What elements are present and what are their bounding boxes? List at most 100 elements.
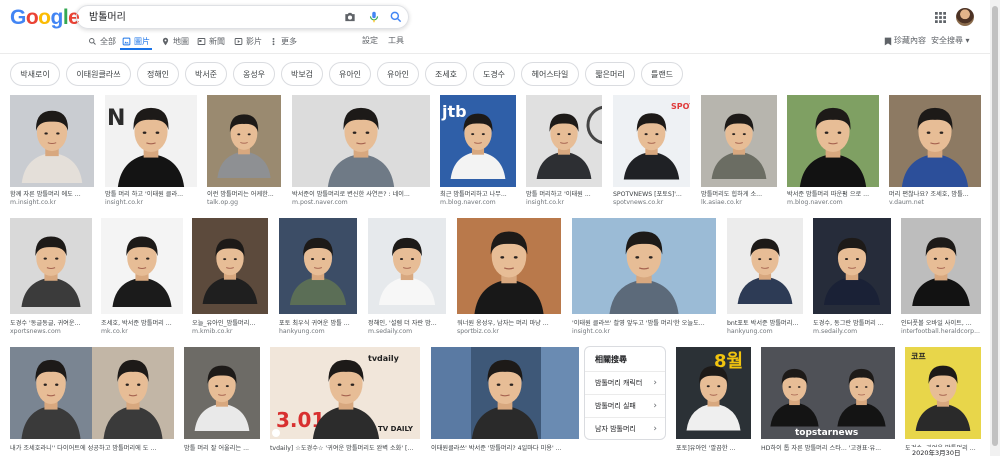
result-source[interactable]: m.kmib.co.kr xyxy=(192,328,268,335)
image-result[interactable]: 포토 최우식 귀여운 밤톨 ... hankyung.com xyxy=(279,218,357,336)
result-source[interactable]: talk.op.gg xyxy=(207,199,281,206)
chip[interactable]: 옹성우 xyxy=(233,62,275,86)
result-caption[interactable]: bnt포토 박서준 밤톨머리... xyxy=(727,318,803,327)
result-source[interactable]: xportsnews.com xyxy=(10,328,92,335)
image-result[interactable]: '이태원 클라쓰' 촬영 앞두고 '밤톨 머리'한 오늘도... insight… xyxy=(572,218,716,336)
result-source[interactable]: m.sedaily.com xyxy=(368,328,446,335)
result-thumbnail[interactable]: 코프 xyxy=(905,347,981,439)
tab-videos[interactable]: 影片 xyxy=(234,35,262,47)
settings-link[interactable]: 設定 xyxy=(362,35,378,46)
result-thumbnail[interactable] xyxy=(10,95,94,187)
result-caption[interactable]: 포토 최우식 귀여운 밤톨 ... xyxy=(279,318,357,327)
chip[interactable]: 유아인 xyxy=(377,62,419,86)
result-caption[interactable]: 워너원 옹성우, 남자는 머리 마냥 ... xyxy=(457,318,561,327)
image-result[interactable]: 밤톨 머리하고 '이태원 ... insight.co.kr xyxy=(526,95,602,210)
search-icon[interactable] xyxy=(389,10,403,24)
result-source[interactable]: m.blog.naver.com xyxy=(787,199,879,206)
result-caption[interactable]: 정해인, '설렘 더 자란 밤... xyxy=(368,318,446,327)
result-caption[interactable]: 밤톨 머리하고 '이태원 ... xyxy=(526,189,602,198)
result-thumbnail[interactable] xyxy=(207,95,281,187)
result-caption[interactable]: 최근 밤톨머리하고 나무... xyxy=(440,189,516,198)
result-caption[interactable]: SPOTVNEWS [포토S]'... xyxy=(613,189,690,198)
result-thumbnail[interactable] xyxy=(368,218,446,314)
saved-link[interactable]: 珍藏內容 xyxy=(894,35,926,46)
result-caption[interactable]: 도경수, 동그란 밤톨머리 ... xyxy=(813,318,891,327)
result-caption[interactable]: 인터풋볼 오바일 사이트, ... xyxy=(901,318,981,327)
chip[interactable]: 박새로이 xyxy=(10,62,60,86)
tab-maps[interactable]: 地圖 xyxy=(161,35,189,47)
result-caption[interactable]: HD하이 톱 자른 밤톨머리 스타... '고경표·유... xyxy=(761,443,895,452)
chip[interactable]: 이태원클라쓰 xyxy=(66,62,131,86)
result-source[interactable]: v.daum.net xyxy=(889,199,981,206)
chip[interactable]: 짧은머리 xyxy=(585,62,635,86)
result-caption[interactable]: 박서준이 밤톨머리로 변신한 사연은? : 네이... xyxy=(292,189,430,198)
result-thumbnail[interactable]: 8월 xyxy=(676,347,751,439)
image-result[interactable]: 도경수 '동글동글, 귀여운... xportsnews.com xyxy=(10,218,92,336)
result-thumbnail[interactable] xyxy=(431,347,579,439)
result-caption[interactable]: 이태원클라쓰' 박서준 '밤톨머리? 4일마다 미용' ... xyxy=(431,443,579,452)
image-result[interactable]: bnt포토 박서준 밤톨머리... hankyung.com xyxy=(727,218,803,336)
result-source[interactable]: m.insight.co.kr xyxy=(10,199,94,206)
result-thumbnail[interactable] xyxy=(572,218,716,314)
microphone-icon[interactable] xyxy=(367,10,381,24)
image-result[interactable]: 이런 밤톨머리는 어케한... talk.op.gg xyxy=(207,95,281,210)
image-result[interactable]: 8월 포토]유아인 '깔끔한 ... xyxy=(676,347,751,456)
result-source[interactable]: m.sedaily.com xyxy=(813,328,891,335)
result-caption[interactable]: 포토]유아인 '깔끔한 ... xyxy=(676,443,751,452)
image-result[interactable]: 인터풋볼 오바일 사이트, ... interfootball.heraldco… xyxy=(901,218,981,336)
search-input[interactable] xyxy=(89,10,329,21)
result-thumbnail[interactable] xyxy=(101,218,183,314)
result-caption[interactable]: '이태원 클라쓰' 촬영 앞두고 '밤톨 머리'한 오늘도... xyxy=(572,318,716,327)
result-caption[interactable]: 함께 자른 밤톨머리 에도 ... xyxy=(10,189,94,198)
image-result[interactable]: 내가 조세호라니'' 다이어트에 성공하고 밤톨머리에 도 ... xyxy=(10,347,174,456)
image-result[interactable]: SPOTV SPOTVNEWS [포토S]'... spotvnews.co.k… xyxy=(613,95,690,210)
image-result[interactable]: 밤톨 머리 잘 어울리는 ... xyxy=(184,347,260,456)
image-result[interactable]: topstarnews HD하이 톱 자른 밤톨머리 스타... '고경표·유.… xyxy=(761,347,895,456)
related-search-item[interactable]: 밤톨머리 캐릭터 › xyxy=(585,371,665,393)
image-result[interactable]: 코프 도경수, 귀여운 밤톨머리 ... xyxy=(905,347,981,456)
image-result[interactable]: 함께 자른 밤톨머리 에도 ... m.insight.co.kr xyxy=(10,95,94,210)
image-result[interactable]: 이태원클라쓰' 박서준 '밤톨머리? 4일마다 미용' ... xyxy=(431,347,579,456)
image-result[interactable]: 도경수, 동그란 밤톨머리 ... m.sedaily.com xyxy=(813,218,891,336)
result-thumbnail[interactable] xyxy=(457,218,561,314)
result-source[interactable]: lk.asiae.co.kr xyxy=(701,199,777,206)
tab-news[interactable]: 新聞 xyxy=(197,35,225,47)
chip[interactable]: 박서준 xyxy=(185,62,227,86)
image-result[interactable]: 박서준이 밤톨머리로 변신한 사연은? : 네이... m.post.naver… xyxy=(292,95,430,210)
image-result[interactable]: 머리 편찮나요? 조세호, 밤톨... v.daum.net xyxy=(889,95,981,210)
result-caption[interactable]: 조세호, 박서준 밤톨머리 ... xyxy=(101,318,183,327)
result-source[interactable]: m.blog.naver.com xyxy=(440,199,516,206)
result-source[interactable]: hankyung.com xyxy=(727,328,803,335)
related-search-item[interactable]: 남자 밤톨머리 › xyxy=(585,417,665,439)
image-result[interactable]: 밤톨머리도 힙하게 소... lk.asiae.co.kr xyxy=(701,95,777,210)
result-caption[interactable]: 머리 편찮나요? 조세호, 밤톨... xyxy=(889,189,981,198)
result-source[interactable]: insight.co.kr xyxy=(526,199,602,206)
result-thumbnail[interactable] xyxy=(10,347,174,439)
chip[interactable]: 헤어스타일 xyxy=(521,62,579,86)
result-source[interactable]: spotvnews.co.kr xyxy=(613,199,690,206)
result-thumbnail[interactable] xyxy=(192,218,268,314)
related-search-item[interactable]: 밤톨머리 실패 › xyxy=(585,394,665,416)
scrollbar-thumb[interactable] xyxy=(992,6,998,446)
tab-more[interactable]: 更多 xyxy=(269,35,297,47)
image-result[interactable]: jtb 최근 밤톨머리하고 나무... m.blog.naver.com xyxy=(440,95,516,210)
result-source[interactable]: insight.co.kr xyxy=(105,199,197,206)
safesearch-dropdown[interactable]: 安全搜尋 ▾ xyxy=(931,35,970,46)
result-thumbnail[interactable] xyxy=(10,218,92,314)
avatar[interactable] xyxy=(956,8,974,26)
result-source[interactable]: sportbiz.co.kr xyxy=(457,328,561,335)
result-thumbnail[interactable] xyxy=(787,95,879,187)
tab-images[interactable]: 圖片 xyxy=(122,35,150,47)
result-caption[interactable]: 밤톨머리도 힙하게 소... xyxy=(701,189,777,198)
result-thumbnail[interactable] xyxy=(701,95,777,187)
result-source[interactable]: hankyung.com xyxy=(279,328,357,335)
chip[interactable]: 정해인 xyxy=(137,62,179,86)
result-thumbnail[interactable]: tvdaily 3.01 TV DAILY xyxy=(270,347,420,439)
image-result[interactable]: 오늘_유아인_밤톨머리... m.kmib.co.kr xyxy=(192,218,268,336)
result-source[interactable]: insight.co.kr xyxy=(572,328,716,335)
result-thumbnail[interactable]: jtb xyxy=(440,95,516,187)
result-thumbnail[interactable] xyxy=(727,218,803,314)
result-caption[interactable]: 밤톨 머리 잘 어울리는 ... xyxy=(184,443,260,452)
result-caption[interactable]: 내가 조세호라니'' 다이어트에 성공하고 밤톨머리에 도 ... xyxy=(10,443,174,452)
image-result[interactable]: 워너원 옹성우, 남자는 머리 마냥 ... sportbiz.co.kr xyxy=(457,218,561,336)
